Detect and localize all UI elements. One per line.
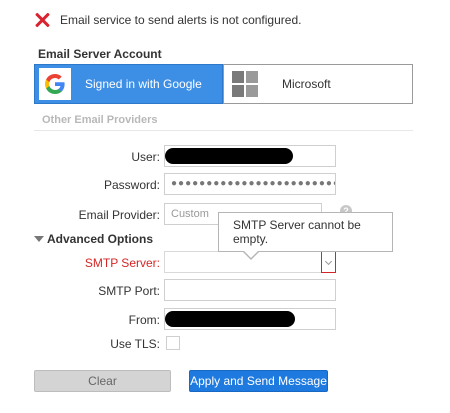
- google-signin-button[interactable]: Signed in with Google: [34, 64, 223, 104]
- tooltip-arrow-fill: [243, 250, 259, 258]
- google-button-label: Signed in with Google: [85, 77, 202, 91]
- validation-tooltip: SMTP Server cannot be empty.: [218, 212, 393, 252]
- password-label: Password:: [103, 178, 160, 192]
- smtp-server-label: SMTP Server:: [84, 256, 160, 270]
- error-x-icon: [34, 12, 50, 28]
- microsoft-button-label: Microsoft: [282, 77, 331, 91]
- redacted-from: [165, 311, 295, 327]
- chevron-down-icon: [324, 257, 333, 265]
- microsoft-logo-icon: [232, 71, 258, 97]
- user-input[interactable]: [164, 145, 336, 167]
- divider: [34, 130, 413, 131]
- google-logo-icon: [39, 68, 71, 100]
- advanced-options-label: Advanced Options: [47, 232, 154, 246]
- clear-button[interactable]: Clear: [34, 370, 171, 392]
- advanced-options-toggle[interactable]: Advanced Options: [34, 232, 153, 246]
- caret-down-icon: [34, 236, 44, 242]
- from-input[interactable]: [164, 308, 336, 330]
- alert-message: Email service to send alerts is not conf…: [60, 13, 302, 27]
- redacted-user: [165, 148, 293, 164]
- other-email-providers-tab[interactable]: Other Email Providers: [42, 114, 158, 126]
- config-alert: Email service to send alerts is not conf…: [34, 10, 301, 30]
- smtp-server-dropdown-button[interactable]: [321, 251, 336, 273]
- use-tls-checkbox[interactable]: [166, 336, 180, 350]
- user-label: User:: [131, 150, 160, 164]
- email-server-account-title: Email Server Account: [38, 47, 162, 61]
- smtp-port-label: SMTP Port:: [98, 284, 160, 298]
- smtp-port-input[interactable]: [164, 279, 336, 301]
- email-provider-label: Email Provider:: [78, 208, 160, 222]
- use-tls-label: Use TLS:: [110, 337, 160, 351]
- from-label: From:: [128, 313, 160, 327]
- apply-and-send-button[interactable]: Apply and Send Message: [189, 370, 328, 392]
- microsoft-signin-button[interactable]: Microsoft: [223, 64, 413, 104]
- password-input[interactable]: ●●●●●●●●●●●●●●●●●●●●●●●●●●●●●: [164, 173, 336, 195]
